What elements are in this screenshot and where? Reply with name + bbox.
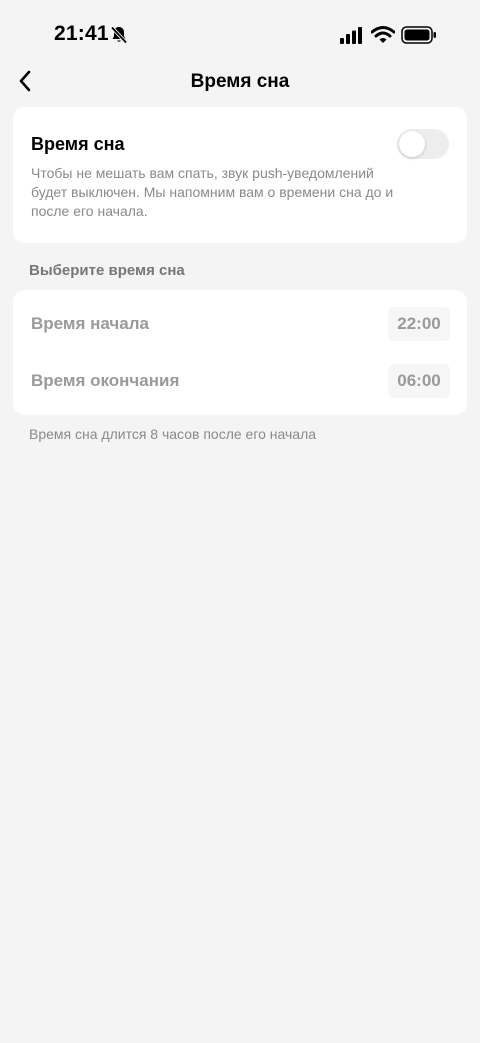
- end-time-row[interactable]: Время окончания 06:00: [13, 356, 467, 406]
- start-time-row[interactable]: Время начала 22:00: [13, 299, 467, 349]
- end-time-value[interactable]: 06:00: [388, 364, 450, 398]
- bell-slash-icon: [109, 25, 129, 45]
- start-time-label: Время начала: [31, 314, 149, 333]
- battery-icon: [401, 25, 437, 45]
- status-time: 21:41: [54, 22, 109, 45]
- nav-bar: Время сна: [0, 60, 480, 106]
- section-label: Выберите время сна: [29, 262, 185, 279]
- wifi-icon: [370, 25, 396, 45]
- sleep-mode-toggle[interactable]: [397, 129, 449, 159]
- end-time-label: Время окончания: [31, 371, 180, 390]
- sleep-mode-description: Чтобы не мешать вам спать, звук push-уве…: [31, 165, 394, 219]
- signal-icon: [340, 27, 364, 45]
- sleep-mode-card: Время сна Чтобы не мешать вам спать, зву…: [13, 107, 467, 243]
- sleep-time-card: Время начала 22:00 Время окончания 06:00: [13, 290, 467, 415]
- sleep-duration-note: Время сна длится 8 часов после его начал…: [29, 426, 317, 442]
- page-title: Время сна: [190, 71, 290, 92]
- start-time-value[interactable]: 22:00: [388, 307, 450, 341]
- toggle-knob: [399, 131, 425, 157]
- sleep-mode-title: Время сна: [31, 134, 125, 154]
